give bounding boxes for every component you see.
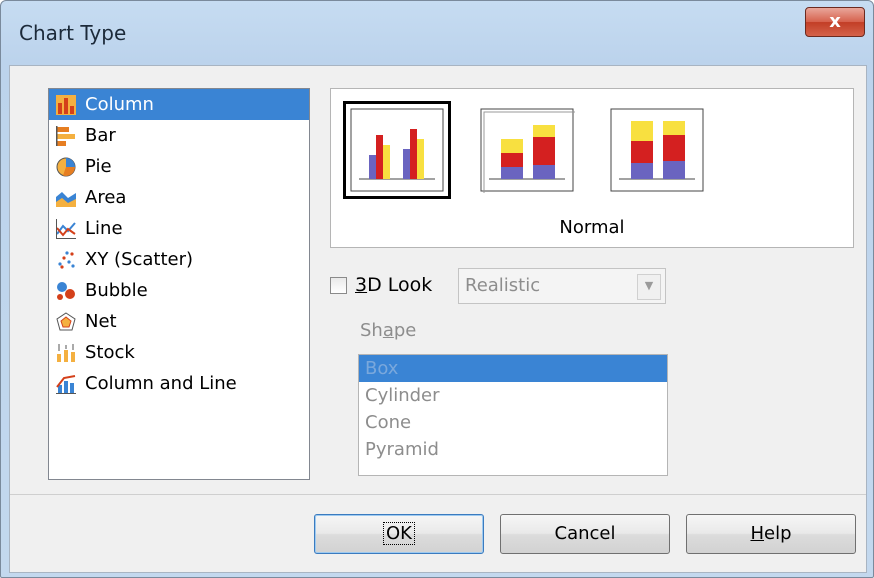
chart-type-item-column-and-line[interactable]: Column and Line [49,368,309,399]
3d-look-option[interactable]: 3D Look [330,274,432,296]
close-button[interactable]: x [805,7,865,37]
line-chart-icon [55,218,77,240]
net-chart-icon [55,311,77,333]
column-line-chart-icon [55,373,77,395]
close-icon: x [829,11,841,32]
dialog-title: Chart Type [19,21,127,45]
title-bar[interactable]: Chart Type x [1,1,873,65]
variant-name-label: Normal [559,217,625,238]
shape-list[interactable]: Box Cylinder Cone Pyramid [358,354,668,476]
chart-type-item-area[interactable]: Area [49,182,309,213]
dialog-body: Column Bar Pie Area Line XY (Scatter) Bu… [9,65,867,573]
button-row-divider [10,494,866,495]
shape-item-box[interactable]: Box [359,355,667,382]
3d-scheme-dropdown[interactable]: Realistic ▼ [458,268,666,304]
chart-type-item-net[interactable]: Net [49,306,309,337]
variant-percent-stacked-thumbnail[interactable] [609,107,705,193]
scatter-chart-icon [55,249,77,271]
stock-chart-icon [55,342,77,364]
chart-type-item-bubble[interactable]: Bubble [49,275,309,306]
chart-type-label: Bar [85,125,116,146]
variant-normal-thumbnail[interactable] [343,101,451,199]
help-button[interactable]: Help [686,514,856,554]
chart-type-label: XY (Scatter) [85,249,194,270]
shape-label: Shape [360,320,417,341]
3d-look-label: 3D Look [355,274,433,296]
bubble-chart-icon [55,280,77,302]
shape-item-pyramid[interactable]: Pyramid [359,436,667,463]
chart-type-item-stock[interactable]: Stock [49,337,309,368]
chart-type-item-bar[interactable]: Bar [49,120,309,151]
chart-type-label: Pie [85,156,112,177]
chart-type-label: Line [85,218,123,239]
column-chart-icon [55,94,77,116]
variant-stacked-thumbnail[interactable] [479,107,575,193]
chart-type-label: Net [85,311,117,332]
3d-scheme-value: Realistic [465,275,541,296]
stacked-columns-icon [480,108,575,193]
chart-type-item-pie[interactable]: Pie [49,151,309,182]
chart-type-item-line[interactable]: Line [49,213,309,244]
cancel-button-label: Cancel [554,523,616,544]
chart-type-label: Area [85,187,127,208]
help-button-label: Help [750,523,792,544]
chart-variant-panel: Normal [330,88,854,248]
chart-type-label: Stock [85,342,135,363]
ok-button-label: OK [383,522,415,545]
area-chart-icon [55,187,77,209]
chart-type-label: Bubble [85,280,148,301]
pie-chart-icon [55,156,77,178]
chart-type-item-xy-scatter[interactable]: XY (Scatter) [49,244,309,275]
chart-type-label: Column and Line [85,373,237,394]
chevron-down-icon[interactable]: ▼ [637,274,661,300]
cancel-button[interactable]: Cancel [500,514,670,554]
chart-type-dialog: Chart Type x Column Bar Pie Area Line XY… [0,0,874,578]
chart-type-label: Column [85,94,154,115]
chart-type-item-column[interactable]: Column [49,89,309,120]
percent-stacked-columns-icon [610,108,704,192]
3d-look-checkbox[interactable] [330,276,347,294]
shape-item-cone[interactable]: Cone [359,409,667,436]
bar-chart-icon [55,125,77,147]
normal-columns-icon [350,108,444,192]
shape-item-cylinder[interactable]: Cylinder [359,382,667,409]
chart-type-list[interactable]: Column Bar Pie Area Line XY (Scatter) Bu… [48,88,310,480]
ok-button[interactable]: OK [314,514,484,554]
